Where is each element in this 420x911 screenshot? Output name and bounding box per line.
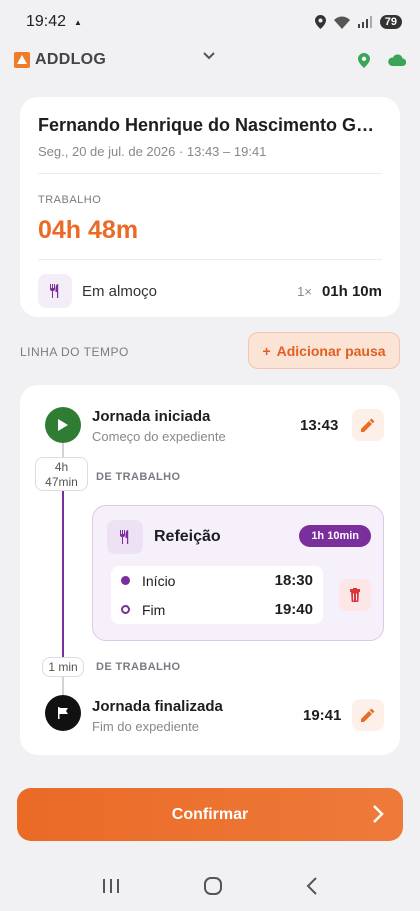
chevron-down-icon[interactable] [203,52,215,60]
wifi-icon [333,16,350,29]
start-dot [45,407,81,443]
meal-times: Início 18:30 Fim 19:40 [111,566,323,624]
start-event-title: Jornada iniciada [92,408,211,425]
end-event-time: 19:41 [303,707,342,724]
meal-start-time: 18:30 [274,572,313,589]
work-duration-pill: 1 min [42,657,84,677]
lunch-count: 1× [297,283,312,299]
confirm-button[interactable]: Confirmar [17,788,403,841]
meal-duration-badge: 1h 10min [299,525,371,547]
pencil-icon [361,418,375,432]
timeline-connector [62,677,64,695]
home-icon[interactable] [203,876,223,896]
chevron-right-icon [373,805,384,823]
meal-end-label: Fim [142,601,166,618]
work-hours: 04h 48m [38,216,139,244]
start-event-subtitle: Começo do expediente [92,429,226,444]
duration-value: 1 min [48,660,78,674]
hollow-dot-icon [121,605,130,614]
start-event-time: 13:43 [300,417,339,434]
timeline-title: LINHA DO TEMPO [20,345,129,359]
timeline-connector [62,649,64,657]
navigation-indicator-icon: ▲ [74,17,82,27]
meal-break-card[interactable]: Refeição 1h 10min Início 18:30 Fim 19:40 [92,505,384,641]
recent-apps-icon[interactable] [102,878,120,894]
clock: 19:42 [26,13,67,30]
employee-name: Fernando Henrique do Nascimento Gonçalve… [38,115,382,135]
end-event-subtitle: Fim do expediente [92,719,199,734]
divider [38,173,382,174]
signal-icon [357,16,372,28]
end-event-title: Jornada finalizada [92,698,223,715]
lunch-row: Em almoço 1× 01h 10m [38,274,382,308]
confirm-label: Confirmar [171,805,249,823]
work-duration-pill: 4h 47min [35,457,88,491]
play-icon [58,419,68,431]
end-dot [45,695,81,731]
battery-icon: 79 [379,15,402,29]
cloud-icon[interactable] [388,54,406,66]
meal-start-label: Início [142,572,176,589]
pencil-icon [361,708,375,722]
back-icon[interactable] [306,876,318,895]
system-nav-bar [0,860,420,911]
edit-end-button[interactable] [352,699,384,731]
trash-icon [350,588,360,602]
delete-meal-button[interactable] [339,579,371,611]
date-range: Seg., 20 de jul. de 2026 · 13:43 – 19:41 [38,144,267,159]
app-bar: ADDLOG [0,44,420,76]
location-icon [314,15,326,29]
utensils-icon [107,520,143,554]
lunch-duration: 01h 10m [321,282,382,300]
work-segment-label: DE TRABALHO [96,471,181,483]
flag-icon [58,707,68,719]
lunch-status: Em almoço [82,282,158,300]
location-pin-icon[interactable] [358,52,370,68]
meal-title: Refeição [154,528,221,545]
utensils-icon [38,274,72,308]
divider [38,259,382,260]
timeline-connector-work [62,489,64,649]
duration-hours: 4h [54,460,69,474]
addlog-logo-icon [14,52,30,68]
edit-start-button[interactable] [352,409,384,441]
plus-icon: + [262,342,271,359]
add-pause-button[interactable]: + Adicionar pausa [248,332,400,369]
summary-card: Fernando Henrique do Nascimento Gonçalve… [20,97,400,317]
timeline-card: Jornada iniciada Começo do expediente 13… [20,385,400,755]
meal-end-time: 19:40 [274,601,313,618]
status-icons: 79 [314,15,402,29]
timeline-connector [62,442,64,457]
work-segment-label: DE TRABALHO [96,661,181,673]
work-label: TRABALHO [38,194,102,206]
duration-minutes: 47min [45,475,78,489]
app-name: ADDLOG [35,51,107,68]
filled-dot-icon [121,576,130,585]
meal-end-row: Fim 19:40 [111,595,323,624]
status-bar: 19:42 ▲ 79 [0,0,420,44]
add-pause-label: Adicionar pausa [276,342,386,359]
meal-start-row: Início 18:30 [111,566,323,595]
